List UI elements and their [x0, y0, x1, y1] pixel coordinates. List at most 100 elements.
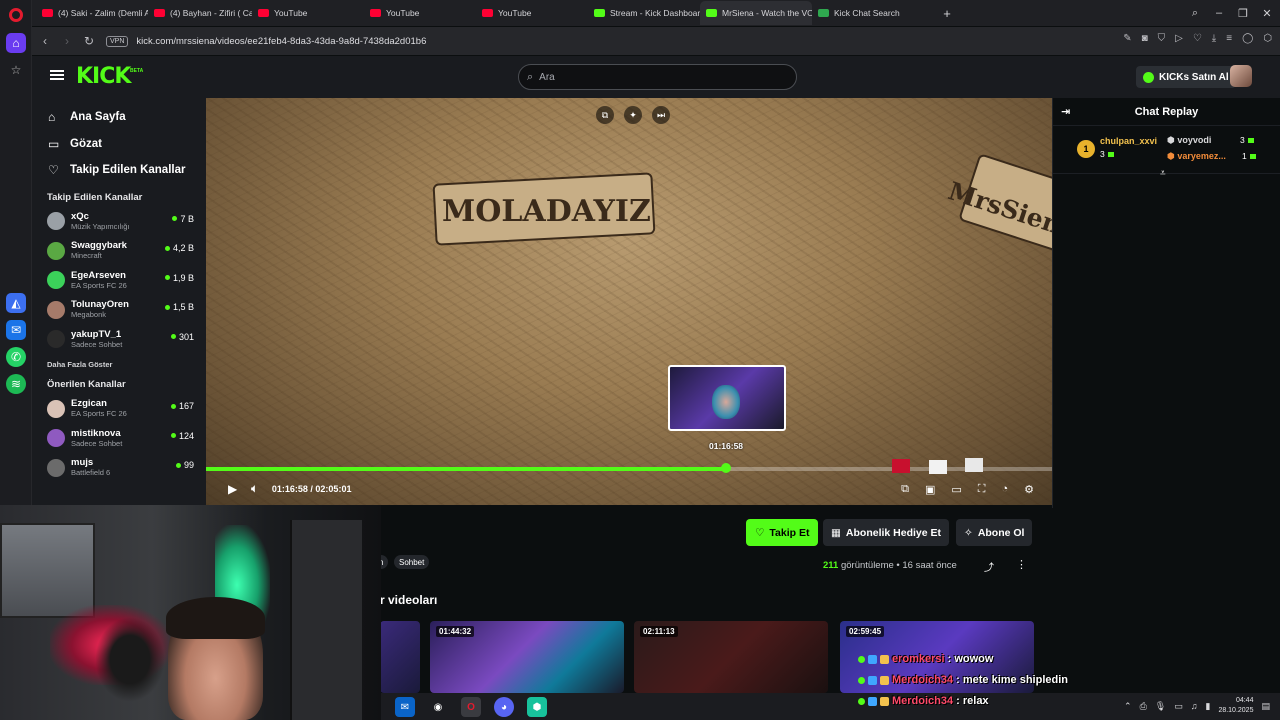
- video-card[interactable]: 01:44:32: [430, 621, 624, 693]
- video-card[interactable]: [380, 621, 420, 693]
- speed-icon[interactable]: ◔: [1001, 483, 1008, 496]
- heart-icon[interactable]: ♡: [1193, 33, 1202, 44]
- kick-logo[interactable]: KICK: [76, 64, 131, 89]
- back-icon[interactable]: ‹: [34, 30, 56, 52]
- settings-icon[interactable]: ⚙: [1024, 483, 1034, 496]
- channel-item[interactable]: EgeArseven EA Sports FC 26 1,9 B: [32, 266, 206, 296]
- browser-tab[interactable]: Stream - Kick Dashboard: [588, 1, 700, 25]
- show-more-link[interactable]: Daha Fazla Göster: [32, 360, 206, 369]
- browser-tab[interactable]: YouTube: [364, 1, 476, 25]
- subscribe-button[interactable]: ✧ Abone Ol: [956, 519, 1033, 546]
- network-icon[interactable]: ▭: [1174, 701, 1183, 712]
- more-options-icon[interactable]: ⋮: [1016, 558, 1027, 571]
- pip-icon[interactable]: ⧉: [901, 483, 909, 496]
- share-icon[interactable]: ⤴: [984, 559, 994, 574]
- channel-item[interactable]: mujs Battlefield 6 99: [32, 453, 206, 483]
- minimize-icon[interactable]: –: [1207, 0, 1231, 26]
- theater-mode-icon[interactable]: ▭: [951, 483, 961, 496]
- ai-icon[interactable]: ◭: [6, 293, 26, 313]
- outlook-icon[interactable]: ✉: [395, 697, 415, 717]
- copy-icon[interactable]: ⧉: [596, 106, 614, 124]
- play-button[interactable]: ▶: [228, 482, 237, 496]
- url-text[interactable]: kick.com/mrssiena/videos/ee21feb4-8da3-4…: [136, 36, 426, 47]
- vpn-badge[interactable]: VPN: [106, 35, 129, 47]
- browser-tab[interactable]: YouTube: [252, 1, 364, 25]
- opera-taskbar-icon[interactable]: O: [461, 697, 481, 717]
- whatsapp-icon[interactable]: ✆: [6, 347, 26, 367]
- user-avatar[interactable]: [1230, 65, 1252, 87]
- workspace-icon[interactable]: ⌂: [6, 33, 26, 53]
- webcam-window: [0, 523, 95, 618]
- tab-favicon-icon: [818, 9, 829, 17]
- chapter-marker[interactable]: [892, 459, 910, 473]
- section-title: r videoları: [380, 593, 438, 607]
- browser-tab[interactable]: YouTube: [476, 1, 588, 25]
- usb-icon[interactable]: ⎙: [1140, 701, 1147, 712]
- channel-item[interactable]: xQc Müzik Yapımcılığı 7 B: [32, 207, 206, 237]
- gifter-name[interactable]: ⬢ varyemez...: [1167, 151, 1226, 162]
- close-icon[interactable]: ✕: [1255, 0, 1279, 26]
- browser-tab[interactable]: Kick Chat Search: [812, 1, 932, 25]
- nav-item[interactable]: ▭ Gözat: [48, 131, 206, 158]
- forward-icon[interactable]: ›: [56, 30, 78, 52]
- clock[interactable]: 04:44 28.10.2025: [1218, 696, 1253, 716]
- reload-icon[interactable]: ↻: [78, 30, 100, 52]
- video-card[interactable]: 02:11:13: [634, 621, 828, 693]
- channel-item[interactable]: Ezgican EA Sports FC 26 167: [32, 394, 206, 424]
- download-icon[interactable]: ⤓: [1212, 33, 1216, 44]
- messenger-icon[interactable]: ✉: [6, 320, 26, 340]
- follow-button[interactable]: ♡ Takip Et: [746, 519, 819, 546]
- next-icon[interactable]: ⏭: [652, 106, 670, 124]
- browser-tab[interactable]: (4) Bayhan - Zifiri ( Canlı A: [148, 1, 252, 25]
- channel-item[interactable]: Swaggybark Minecraft 4,2 B: [32, 236, 206, 266]
- play-icon[interactable]: ▷: [1175, 33, 1183, 44]
- search-input[interactable]: ⌕ Ara: [518, 64, 797, 90]
- gifter-name[interactable]: ⬢ voyvodi: [1167, 135, 1211, 146]
- progress-bar[interactable]: [206, 463, 1052, 473]
- notifications-icon[interactable]: ▤: [1261, 701, 1270, 712]
- pinboard-icon[interactable]: ☆: [6, 60, 26, 80]
- crown-badge-icon: [880, 675, 889, 685]
- app-icon[interactable]: ⬢: [527, 697, 547, 717]
- browser-tab[interactable]: (4) Saki - Zalim (Demli Akşa: [36, 1, 148, 25]
- profile-icon[interactable]: ◯: [1242, 33, 1253, 44]
- maximize-icon[interactable]: ❐: [1231, 0, 1255, 26]
- video-player[interactable]: MOLADAYIZ MrsSiena ⧉ ✦ ⏭ 01:16:58 ▶ 🔈︎ 0…: [206, 98, 1052, 505]
- collapse-chat-icon[interactable]: ⇥: [1061, 105, 1070, 118]
- chapter-marker[interactable]: [929, 460, 947, 474]
- mic-icon[interactable]: 🎙︎: [1155, 701, 1166, 712]
- camera-icon[interactable]: ◙: [1142, 33, 1148, 44]
- url-field[interactable]: VPN kick.com/mrssiena/videos/ee21feb4-8d…: [106, 35, 426, 47]
- expand-gifters-icon[interactable]: ⩡: [1160, 168, 1166, 179]
- gift-sub-button[interactable]: ▦ Abonelik Hediye Et: [823, 519, 950, 546]
- shield-icon[interactable]: ⛉: [1158, 33, 1166, 44]
- fullscreen-icon[interactable]: ⛶: [978, 483, 986, 496]
- clip-button-icon[interactable]: ▣: [925, 483, 935, 496]
- clip-icon[interactable]: ✦: [624, 106, 642, 124]
- new-tab-button[interactable]: +: [932, 1, 962, 25]
- search-tabs-icon[interactable]: ⌕: [1183, 0, 1207, 26]
- menu-icon[interactable]: ≡: [1226, 33, 1232, 44]
- nav-item[interactable]: ♡ Takip Edilen Kanallar: [48, 157, 206, 184]
- buy-kicks-button[interactable]: KICKs Satın Al: [1136, 66, 1236, 88]
- discord-icon[interactable]: ◕: [494, 697, 514, 717]
- chapter-marker[interactable]: [965, 458, 983, 472]
- speaker-icon[interactable]: ♫: [1191, 701, 1198, 711]
- browser-tab[interactable]: MrSiena - Watch the VOD: [700, 1, 812, 25]
- gifter-name[interactable]: chulpan_xxvi: [1100, 136, 1157, 146]
- nav-item[interactable]: ⌂ Ana Sayfa: [48, 104, 206, 131]
- channel-item[interactable]: mistiknova Sadece Sohbet 124: [32, 424, 206, 454]
- obs-icon[interactable]: ◉: [428, 697, 448, 717]
- extensions-icon[interactable]: ⬡: [1263, 33, 1272, 44]
- battery-icon[interactable]: ▮: [1205, 701, 1210, 712]
- gift-icon: ▦: [831, 526, 841, 539]
- channel-item[interactable]: yakupTV_1 Sadece Sohbet 301: [32, 325, 206, 355]
- edit-icon[interactable]: ✎: [1123, 33, 1131, 44]
- volume-icon[interactable]: 🔈︎: [251, 483, 258, 496]
- tray-expand-icon[interactable]: ⌃: [1124, 701, 1132, 712]
- channel-item[interactable]: TolunayOren Megabonk 1,5 B: [32, 295, 206, 325]
- hamburger-menu-icon[interactable]: [50, 70, 64, 80]
- spotify-icon[interactable]: ≋: [6, 374, 26, 394]
- category-tag[interactable]: Sohbet: [394, 555, 430, 569]
- opera-logo-icon[interactable]: [9, 8, 23, 22]
